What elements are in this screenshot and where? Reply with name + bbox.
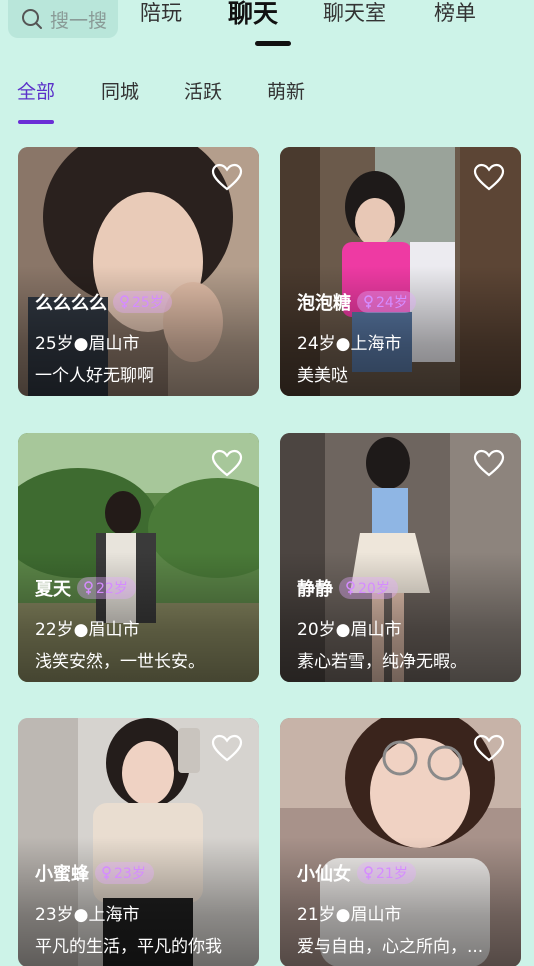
user-info: 22岁●眉山市 — [35, 620, 140, 640]
female-icon — [84, 581, 93, 595]
user-card[interactable]: 么么么么 25岁 25岁●眉山市 一个人好无聊啊 — [18, 147, 259, 396]
user-info: 24岁●上海市 — [297, 334, 402, 354]
tab-chatroom[interactable]: 聊天室 — [323, 0, 386, 26]
tab-chat[interactable]: 聊天 — [228, 0, 278, 28]
user-name: 小蜜蜂 — [35, 864, 89, 885]
age-badge-text: 21岁 — [376, 866, 408, 882]
age-badge: 24岁 — [357, 291, 416, 313]
user-card[interactable]: 夏天 22岁 22岁●眉山市 浅笑安然，一世长安。 — [18, 433, 259, 682]
heart-icon[interactable] — [473, 449, 505, 477]
age-badge: 23岁 — [95, 862, 154, 884]
heart-icon[interactable] — [211, 449, 243, 477]
user-card[interactable]: 小蜜蜂 23岁 23岁●上海市 平凡的生活，平凡的你我 — [18, 718, 259, 966]
tab-active-indicator — [255, 41, 291, 46]
female-icon — [120, 295, 129, 309]
female-icon — [364, 295, 373, 309]
user-info: 20岁●眉山市 — [297, 620, 402, 640]
user-motto: 素心若雪，纯净无暇。 — [297, 652, 467, 672]
user-info: 25岁●眉山市 — [35, 334, 140, 354]
age-badge-text: 25岁 — [132, 295, 164, 311]
name-row: 么么么么 25岁 — [35, 289, 172, 315]
age-badge: 20岁 — [339, 577, 398, 599]
age-badge: 21岁 — [357, 862, 416, 884]
name-row: 夏天 22岁 — [35, 575, 136, 601]
female-icon — [102, 866, 111, 880]
user-name: 夏天 — [35, 579, 71, 600]
subtab-all[interactable]: 全部 — [17, 77, 55, 104]
user-name: 泡泡糖 — [297, 293, 351, 314]
user-motto: 爱与自由，心之所向，... — [297, 937, 484, 957]
subtab-newbie[interactable]: 萌新 — [267, 77, 305, 104]
age-badge-text: 20岁 — [358, 581, 390, 597]
user-name: 小仙女 — [297, 864, 351, 885]
name-row: 小仙女 21岁 — [297, 860, 416, 886]
tab-ranking[interactable]: 榜单 — [434, 0, 476, 26]
subtab-active[interactable]: 活跃 — [184, 77, 222, 104]
heart-icon[interactable] — [211, 734, 243, 762]
age-badge: 25岁 — [113, 291, 172, 313]
female-icon — [364, 866, 373, 880]
user-motto: 平凡的生活，平凡的你我 — [35, 937, 222, 957]
name-row: 小蜜蜂 23岁 — [35, 860, 154, 886]
tab-peiwan[interactable]: 陪玩 — [140, 0, 182, 26]
heart-icon[interactable] — [473, 163, 505, 191]
user-motto: 美美哒 — [297, 366, 348, 386]
user-name: 么么么么 — [35, 293, 107, 314]
heart-icon[interactable] — [473, 734, 505, 762]
subtab-same-city[interactable]: 同城 — [101, 77, 139, 104]
age-badge-text: 24岁 — [376, 295, 408, 311]
user-motto: 一个人好无聊啊 — [35, 366, 154, 386]
user-name: 静静 — [297, 579, 333, 600]
top-tabs: 陪玩 聊天 聊天室 榜单 — [0, 0, 534, 50]
female-icon — [346, 581, 355, 595]
name-row: 泡泡糖 24岁 — [297, 289, 416, 315]
age-badge-text: 22岁 — [96, 581, 128, 597]
user-card[interactable]: 小仙女 21岁 21岁●眉山市 爱与自由，心之所向，... — [280, 718, 521, 966]
heart-icon[interactable] — [211, 163, 243, 191]
age-badge: 22岁 — [77, 577, 136, 599]
age-badge-text: 23岁 — [114, 866, 146, 882]
chat-page: 搜一搜 陪玩 聊天 聊天室 榜单 全部 同城 活跃 萌新 么么么么 25岁 25… — [0, 0, 534, 966]
subtab-active-indicator — [18, 120, 54, 124]
user-info: 23岁●上海市 — [35, 905, 140, 925]
name-row: 静静 20岁 — [297, 575, 398, 601]
user-motto: 浅笑安然，一世长安。 — [35, 652, 205, 672]
user-card[interactable]: 静静 20岁 20岁●眉山市 素心若雪，纯净无暇。 — [280, 433, 521, 682]
user-card[interactable]: 泡泡糖 24岁 24岁●上海市 美美哒 — [280, 147, 521, 396]
user-info: 21岁●眉山市 — [297, 905, 402, 925]
